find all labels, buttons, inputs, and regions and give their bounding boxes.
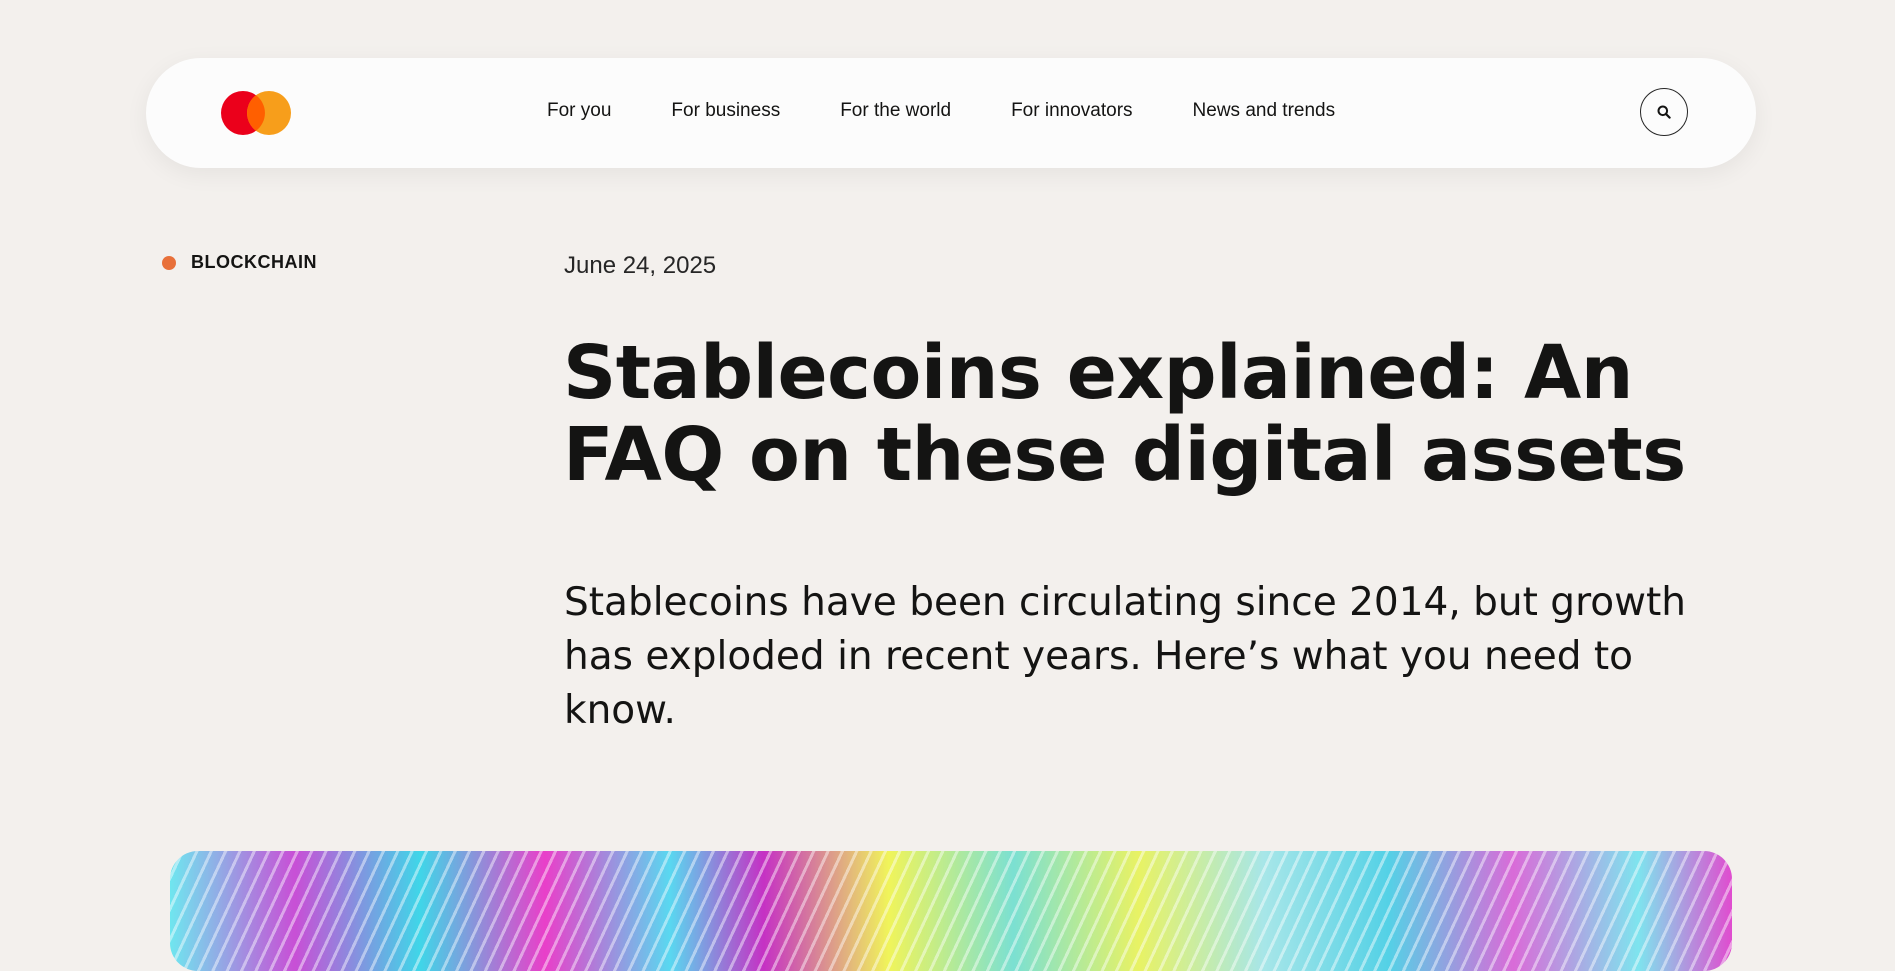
search-button[interactable] (1640, 88, 1688, 136)
nav-item-news-and-trends[interactable]: News and trends (1193, 100, 1336, 122)
search-icon (1657, 105, 1671, 119)
category-dot (162, 255, 176, 270)
nav-item-for-business[interactable]: For business (671, 100, 780, 122)
mastercard-logo[interactable] (221, 91, 291, 135)
category-tag[interactable]: BLOCKCHAIN (162, 252, 317, 273)
article-date: June 24, 2025 (564, 252, 717, 279)
category-label: BLOCKCHAIN (191, 252, 317, 272)
article-title: Stablecoins explained: An FAQ on these d… (563, 330, 1686, 498)
hero-image (170, 851, 1732, 971)
article-subtitle: Stablecoins have been circulating since … (564, 580, 1687, 733)
main-nav: For you For business For the world For i… (547, 58, 1335, 168)
nav-item-for-you[interactable]: For you (547, 100, 611, 122)
site-header: For you For business For the world For i… (146, 58, 1756, 168)
nav-item-for-the-world[interactable]: For the world (840, 100, 951, 122)
nav-item-for-innovators[interactable]: For innovators (1011, 100, 1132, 122)
